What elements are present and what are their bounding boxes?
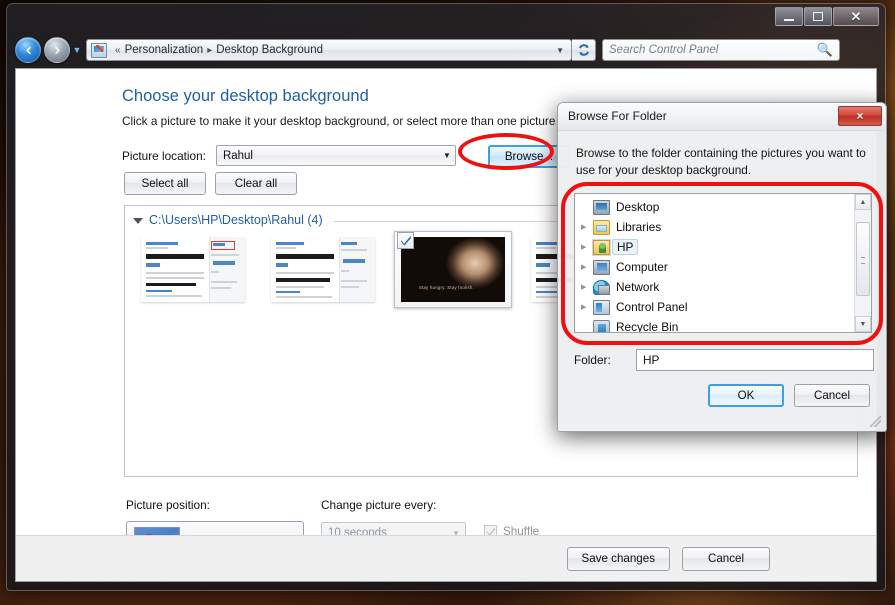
thumbnail-item-selected[interactable]: Stay hungry. Stay foolish. xyxy=(401,237,505,302)
tree-item-computer[interactable]: ▶ Computer xyxy=(575,257,854,277)
address-caret-icon[interactable]: ▼ xyxy=(549,46,571,55)
dialog-body: Browse to the folder containing the pict… xyxy=(558,131,886,431)
dialog-title: Browse For Folder xyxy=(568,109,667,123)
tree-item-label: HP xyxy=(612,239,638,255)
minimize-button[interactable] xyxy=(775,7,803,26)
tree-item-network[interactable]: ▶ Network xyxy=(575,277,854,297)
scroll-up-button[interactable]: ▲ xyxy=(855,194,871,210)
thumbnail-item[interactable] xyxy=(271,237,375,302)
refresh-button[interactable] xyxy=(572,39,596,61)
selection-buttons-row: Select all Clear all xyxy=(124,172,297,195)
picture-location-label: Picture location: xyxy=(122,149,206,163)
change-picture-label: Change picture every: xyxy=(321,498,436,512)
tree-scrollbar[interactable]: ▲ ▼ xyxy=(854,194,871,332)
dialog-close-button[interactable]: × xyxy=(838,106,882,126)
gallery-group-path: C:\Users\HP\Desktop\Rahul (4) xyxy=(149,213,323,227)
page-subtitle: Click a picture to make it your desktop … xyxy=(122,114,555,128)
tree-item-label: Network xyxy=(616,280,659,294)
breadcrumb-chevrons: « xyxy=(111,45,125,56)
tree-item-label: Libraries xyxy=(616,220,661,234)
picture-location-dropdown[interactable]: Rahul ▼ xyxy=(216,145,456,166)
picture-location-value: Rahul xyxy=(223,150,253,162)
thumbnail-checkbox[interactable] xyxy=(397,232,414,249)
back-button[interactable] xyxy=(15,37,41,63)
dialog-titlebar: Browse For Folder × xyxy=(558,103,886,131)
breadcrumb-separator-icon: ▸ xyxy=(203,45,216,56)
expander-icon[interactable]: ▶ xyxy=(581,243,591,251)
clear-all-button[interactable]: Clear all xyxy=(215,172,297,195)
forward-button[interactable] xyxy=(44,37,70,63)
expander-icon[interactable]: ▶ xyxy=(581,263,591,271)
user-folder-icon xyxy=(593,240,610,255)
network-icon xyxy=(593,280,610,295)
resize-grip-icon[interactable] xyxy=(870,416,881,427)
footer-bar: Save changes Cancel xyxy=(16,535,876,581)
thumbnail-image xyxy=(271,237,375,302)
navigation-bar: ▼ « Personalization ▸ Desktop Background… xyxy=(7,34,885,66)
tree-item-hp[interactable]: ▶ HP xyxy=(575,237,854,257)
tree-item-recycle-bin[interactable]: Recycle Bin xyxy=(575,317,854,333)
folder-tree[interactable]: Desktop ▶ Libraries ▶ HP ▶ Computer xyxy=(574,193,872,333)
picture-position-label: Picture position: xyxy=(126,498,210,512)
desktop-icon xyxy=(593,200,610,215)
expander-icon[interactable]: ▶ xyxy=(581,283,591,291)
page-title: Choose your desktop background xyxy=(122,87,369,106)
close-button[interactable]: ✕ xyxy=(833,7,879,26)
scrollbar-thumb[interactable] xyxy=(856,222,870,296)
tree-item-control-panel[interactable]: ▶ Control Panel xyxy=(575,297,854,317)
expander-icon[interactable]: ▶ xyxy=(581,303,591,311)
browse-for-folder-dialog: Browse For Folder × Browse to the folder… xyxy=(557,102,887,432)
tree-item-label: Control Panel xyxy=(616,300,687,314)
maximize-button[interactable] xyxy=(804,7,832,26)
tree-item-desktop[interactable]: Desktop xyxy=(575,197,854,217)
control-panel-icon xyxy=(593,300,610,315)
expander-icon[interactable]: ▶ xyxy=(581,223,591,231)
tree-item-libraries[interactable]: ▶ Libraries xyxy=(575,217,854,237)
triangle-collapse-icon[interactable] xyxy=(133,218,143,224)
window-titlebar: ✕ xyxy=(7,4,885,34)
search-control-panel-box[interactable]: Search Control Panel 🔍 xyxy=(602,39,840,61)
close-icon: × xyxy=(856,109,863,123)
thumbnail-caption: Stay hungry. Stay foolish. xyxy=(419,285,474,290)
window-controls: ✕ xyxy=(775,7,879,26)
cancel-button[interactable]: Cancel xyxy=(682,547,770,571)
folder-input-value: HP xyxy=(643,353,659,367)
address-bar[interactable]: « Personalization ▸ Desktop Background ▼ xyxy=(86,39,572,61)
search-icon: 🔍 xyxy=(817,42,833,58)
history-dropdown-icon[interactable]: ▼ xyxy=(70,37,84,63)
dialog-prompt: Browse to the folder containing the pict… xyxy=(576,145,872,179)
tree-item-label: Recycle Bin xyxy=(616,320,678,333)
dialog-buttons: OK Cancel xyxy=(708,384,870,407)
save-changes-button[interactable]: Save changes xyxy=(567,547,670,571)
picture-location-row: Picture location: Rahul ▼ xyxy=(122,145,456,166)
ok-button[interactable]: OK xyxy=(708,384,784,407)
folder-tree-list: Desktop ▶ Libraries ▶ HP ▶ Computer xyxy=(575,194,854,332)
thumbnail-image xyxy=(141,237,245,302)
folder-label: Folder: xyxy=(574,353,636,367)
thumbnail-image: Stay hungry. Stay foolish. xyxy=(401,237,505,302)
breadcrumb-item-personalization[interactable]: Personalization xyxy=(125,44,204,56)
folder-input[interactable]: HP xyxy=(636,349,874,371)
search-placeholder: Search Control Panel xyxy=(609,44,718,56)
select-all-button[interactable]: Select all xyxy=(124,172,206,195)
tree-item-label: Computer xyxy=(616,260,668,274)
thumbnail-item[interactable] xyxy=(141,237,245,302)
computer-icon xyxy=(593,260,610,275)
scroll-down-button[interactable]: ▼ xyxy=(855,316,871,332)
folder-input-row: Folder: HP xyxy=(574,349,874,371)
dialog-cancel-button[interactable]: Cancel xyxy=(794,384,870,407)
breadcrumb-item-desktop-background[interactable]: Desktop Background xyxy=(216,44,323,56)
tree-item-label: Desktop xyxy=(616,200,659,214)
chevron-down-icon: ▼ xyxy=(443,151,451,160)
recycle-bin-icon xyxy=(593,320,610,334)
personalization-icon xyxy=(91,43,107,58)
libraries-icon xyxy=(593,220,610,235)
